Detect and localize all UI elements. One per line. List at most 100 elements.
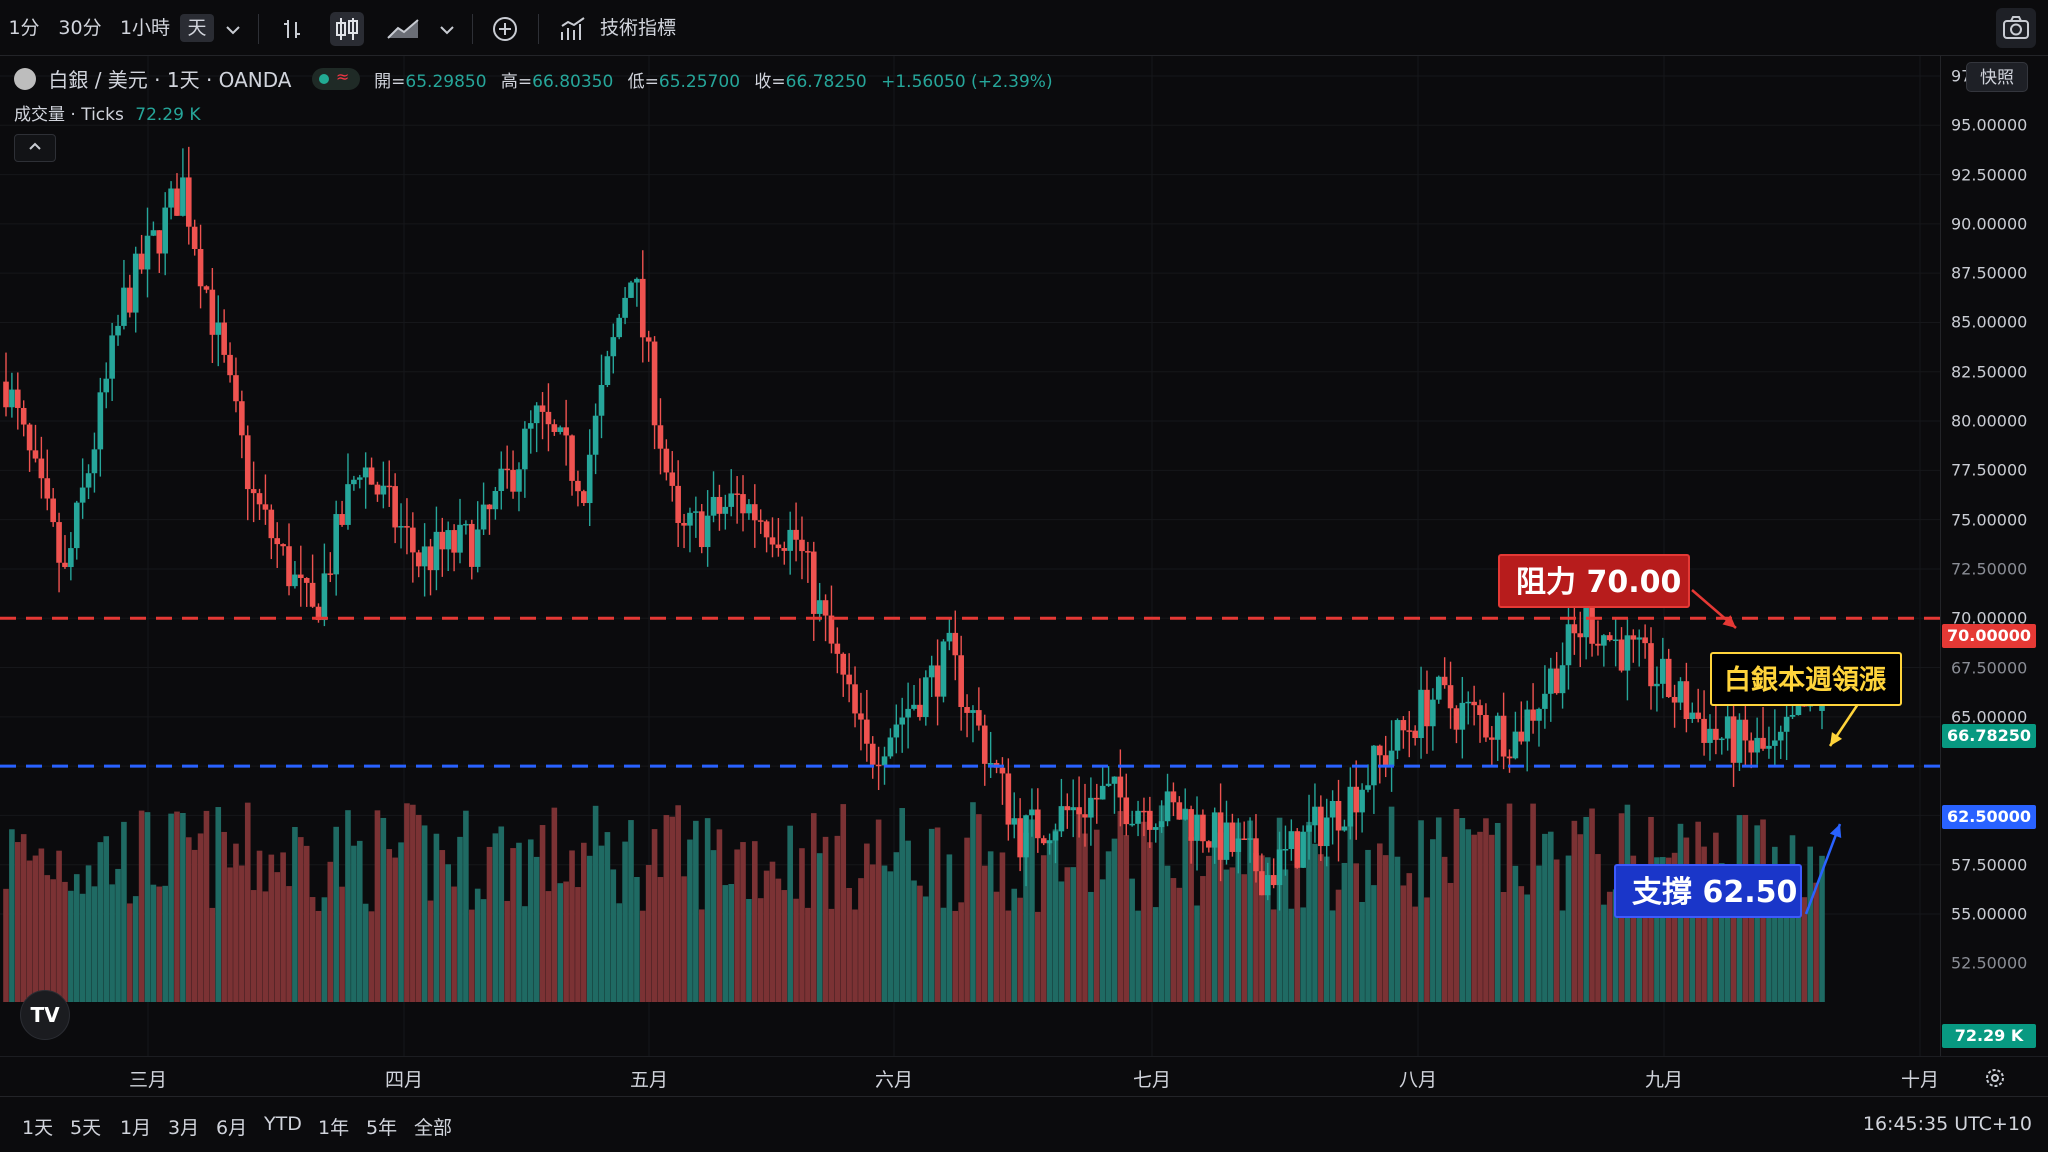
volume-bar bbox=[1494, 822, 1501, 1002]
volume-bar bbox=[1418, 820, 1424, 1002]
volume-bar bbox=[1170, 878, 1177, 1002]
candle-body bbox=[1624, 635, 1631, 671]
candle-body bbox=[168, 188, 174, 208]
volume-bar bbox=[569, 850, 575, 1002]
candle-body bbox=[56, 522, 62, 563]
volume-bar bbox=[1270, 909, 1277, 1002]
volume-bar bbox=[1471, 834, 1477, 1002]
volume-bar bbox=[1453, 808, 1460, 1002]
interval-1hour-button[interactable]: 1小時 bbox=[116, 14, 174, 42]
candle-body bbox=[1777, 731, 1784, 741]
volume-bar bbox=[834, 835, 841, 1002]
interval-day-button[interactable]: 天 bbox=[180, 14, 214, 42]
interval-1min-button[interactable]: 1分 bbox=[6, 14, 42, 42]
bar-chart-type-icon[interactable] bbox=[276, 12, 310, 46]
candle-body bbox=[1660, 658, 1666, 684]
time-axis[interactable]: 三月 四月 五月 六月 七月 八月 九月 十月 bbox=[0, 1056, 2048, 1096]
candle-body bbox=[840, 653, 847, 675]
volume-bar bbox=[852, 909, 858, 1002]
candle-body bbox=[999, 767, 1006, 774]
volume-bar bbox=[1394, 856, 1401, 1002]
candle-body bbox=[787, 529, 793, 551]
candle-body bbox=[156, 230, 163, 254]
candle-body bbox=[1754, 737, 1760, 753]
volume-bar bbox=[203, 810, 210, 1002]
range-1month-button[interactable]: 1月 bbox=[120, 1113, 151, 1140]
candle-body bbox=[545, 411, 552, 425]
candle-body bbox=[917, 704, 923, 718]
candle-body bbox=[492, 490, 499, 510]
area-chart-type-icon[interactable] bbox=[384, 12, 424, 46]
candle-body bbox=[1076, 807, 1082, 815]
clock-timezone[interactable]: 16:45:35 UTC+10 bbox=[1863, 1113, 2032, 1135]
range-3month-button[interactable]: 3月 bbox=[168, 1113, 199, 1140]
toolbar-divider bbox=[538, 14, 539, 44]
volume-bar bbox=[1424, 897, 1430, 1002]
candle-body bbox=[1418, 689, 1424, 739]
close-value: 66.78250 bbox=[785, 72, 867, 92]
interval-dropdown-chevron-icon[interactable] bbox=[216, 12, 250, 46]
volume-legend[interactable]: 成交量 · Ticks 72.29 K bbox=[14, 100, 201, 125]
chart-type-dropdown-chevron-icon[interactable] bbox=[430, 12, 464, 46]
range-ytd-button[interactable]: YTD bbox=[264, 1113, 302, 1135]
resistance-annotation[interactable]: 阻力 70.00 bbox=[1498, 554, 1690, 608]
volume-bar bbox=[575, 887, 581, 1002]
support-annotation[interactable]: 支撐 62.50 bbox=[1614, 864, 1802, 918]
volume-bar bbox=[757, 898, 764, 1002]
candle-body bbox=[1483, 715, 1489, 738]
volume-bars bbox=[3, 802, 1825, 1002]
tradingview-logo[interactable]: TV bbox=[20, 990, 70, 1040]
camera-icon[interactable] bbox=[1996, 8, 2036, 48]
collapse-legend-button[interactable] bbox=[14, 134, 56, 162]
candle-body bbox=[1435, 676, 1442, 700]
volume-bar bbox=[1294, 848, 1301, 1002]
symbol-title[interactable]: 白銀 / 美元 · 1天 · OANDA bbox=[48, 68, 291, 92]
range-1year-button[interactable]: 1年 bbox=[318, 1113, 349, 1140]
candle-body bbox=[1606, 635, 1613, 641]
price-axis[interactable]: 97.5000095.0000092.5000090.0000087.50000… bbox=[1940, 56, 2048, 1056]
volume-bar bbox=[787, 825, 793, 1002]
volume-bar bbox=[822, 836, 829, 1002]
interval-30min-button[interactable]: 30分 bbox=[56, 14, 104, 42]
volume-bar bbox=[1241, 874, 1247, 1002]
volume-bar bbox=[20, 834, 27, 1002]
range-6month-button[interactable]: 6月 bbox=[216, 1113, 247, 1140]
indicators-button[interactable]: 技術指標 bbox=[600, 14, 684, 42]
candle-body bbox=[368, 467, 375, 485]
volume-bar bbox=[309, 897, 316, 1002]
candle-body bbox=[1365, 785, 1371, 790]
candle-body bbox=[1512, 731, 1519, 759]
volume-bar bbox=[828, 908, 835, 1002]
candle-body bbox=[1058, 806, 1065, 832]
candle-body bbox=[50, 498, 56, 523]
candle-body bbox=[1040, 838, 1047, 844]
volume-bar bbox=[1017, 897, 1023, 1002]
candle-body bbox=[757, 520, 764, 522]
volume-bar bbox=[522, 906, 528, 1002]
volume-bar bbox=[993, 891, 1000, 1002]
range-1day-button[interactable]: 1天 bbox=[22, 1113, 53, 1140]
volume-bar bbox=[1105, 851, 1112, 1002]
axis-settings-gear-icon[interactable] bbox=[1982, 1065, 2008, 1091]
volume-bar bbox=[32, 855, 39, 1002]
range-5day-button[interactable]: 5天 bbox=[70, 1113, 101, 1140]
volume-bar bbox=[1707, 911, 1713, 1002]
volume-bar bbox=[1046, 840, 1053, 1002]
volume-bar bbox=[404, 803, 410, 1002]
range-5year-button[interactable]: 5年 bbox=[366, 1113, 397, 1140]
compare-add-symbol-icon[interactable] bbox=[488, 12, 522, 46]
volume-bar bbox=[669, 816, 676, 1002]
volume-bar bbox=[1176, 887, 1183, 1002]
candle-body bbox=[657, 425, 664, 449]
candle-body bbox=[3, 381, 9, 408]
volume-bar bbox=[905, 840, 911, 1002]
silver-leads-annotation[interactable]: 白銀本週領漲 bbox=[1710, 652, 1902, 706]
indicators-icon[interactable] bbox=[556, 12, 590, 46]
price-tick-label: 87.50000 bbox=[1951, 263, 2028, 283]
candlestick-chart-type-icon[interactable] bbox=[330, 12, 364, 46]
volume-bar bbox=[191, 849, 198, 1002]
volume-bar bbox=[333, 826, 339, 1002]
volume-bar bbox=[1064, 867, 1071, 1002]
volume-bar bbox=[1182, 808, 1189, 1002]
range-all-button[interactable]: 全部 bbox=[414, 1113, 452, 1140]
